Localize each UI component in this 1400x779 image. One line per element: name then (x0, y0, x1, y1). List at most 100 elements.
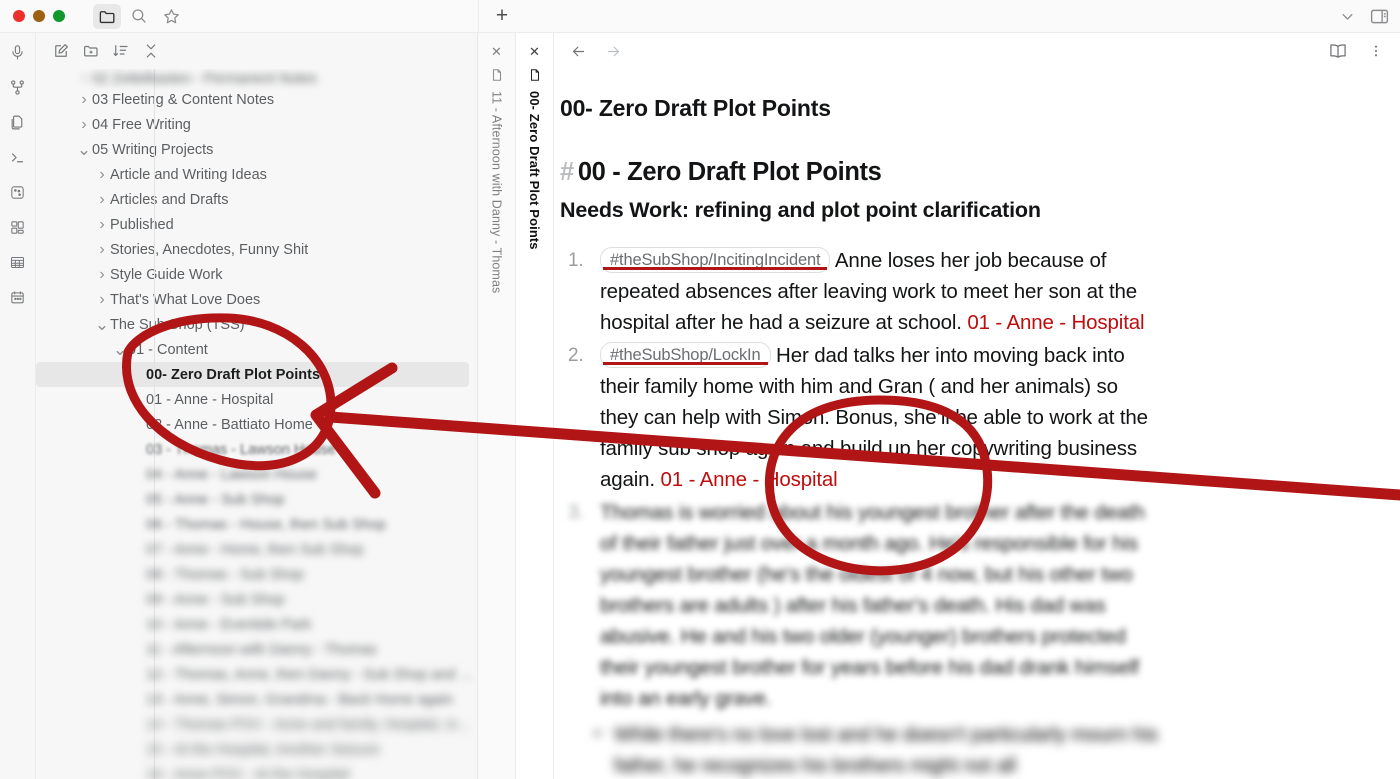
internal-link[interactable]: 01 - Anne - Hospital (661, 468, 838, 491)
back-button[interactable] (570, 43, 587, 60)
microphone-icon[interactable] (7, 41, 29, 63)
tree-item-label: That's What Love Does (110, 291, 261, 308)
vertical-tab[interactable]: ✕ 11 - Afternoon with Danny - Thomas (478, 33, 516, 779)
tree-folder-item[interactable]: › 04 Free Writing (36, 112, 477, 137)
chevron-right-icon[interactable]: › (94, 241, 110, 259)
copy-icon[interactable] (7, 111, 29, 133)
star-icon[interactable] (157, 4, 185, 29)
tree-folder-item[interactable]: › 02 Zettelkasten - Permanent Notes (36, 69, 477, 87)
right-sidebar-icon[interactable] (1369, 6, 1390, 27)
tree-folder-item[interactable]: › Stories, Anecdotes, Funny Shit (36, 237, 477, 262)
file-explorer-pane: › 02 Zettelkasten - Permanent Notes › 03 Fl… (36, 33, 478, 779)
tree-file-item[interactable]: 16 - Anne POV - At the Hospital (36, 762, 477, 779)
folder-tree[interactable]: › 02 Zettelkasten - Permanent Notes › 03 Fl… (36, 69, 477, 779)
note-content-area[interactable]: 00- Zero Draft Plot Points #00 - Zero Dr… (554, 69, 1400, 779)
tree-folder-item[interactable]: › Style Guide Work (36, 262, 477, 287)
tree-file-item[interactable]: 07 - Anne - Home, then Sub Shop (36, 537, 477, 562)
chevron-right-icon[interactable]: › (94, 291, 110, 309)
tree-item-label: 03 - Thomas - Lawson House (146, 441, 336, 458)
tree-item-label: 02 - Anne - Battiato Home (146, 416, 313, 433)
inline-tag[interactable]: #theSubShop/IncitingIncident (600, 247, 831, 273)
tree-file-item[interactable]: 01 - Anne - Hospital (36, 387, 477, 412)
chevron-right-icon[interactable]: › (94, 191, 110, 209)
tree-file-item[interactable]: 11 - Afternoon with Danny - Thomas (36, 637, 477, 662)
folder-icon[interactable] (93, 3, 121, 29)
tree-file-item[interactable]: 13 - Anne, Simon, Grandma - Back Home ag… (36, 687, 477, 712)
tree-item-label: 07 - Anne - Home, then Sub Shop (146, 541, 364, 558)
tree-file-item[interactable]: 05 - Anne - Sub Shop (36, 487, 477, 512)
tree-file-item[interactable]: 00- Zero Draft Plot Points (36, 362, 469, 387)
plot-point-item[interactable]: #theSubShop/IncitingIncident Anne loses … (560, 245, 1160, 338)
vertical-tab[interactable]: ✕ 00- Zero Draft Plot Points (516, 33, 554, 779)
new-note-icon[interactable] (50, 40, 72, 62)
tree-item-label: Style Guide Work (110, 266, 223, 283)
inline-tag[interactable]: #theSubShop/LockIn (600, 342, 771, 368)
chevron-down-icon[interactable]: ⌄ (94, 316, 110, 333)
close-icon[interactable]: ✕ (529, 45, 540, 58)
tree-folder-item[interactable]: › 03 Fleeting & Content Notes (36, 87, 477, 112)
vertical-tab-label: 00- Zero Draft Plot Points (527, 91, 542, 250)
minimize-window-button[interactable] (33, 10, 45, 22)
chevron-down-icon[interactable] (1340, 9, 1355, 24)
zoom-window-button[interactable] (53, 10, 65, 22)
tree-item-label: 10 - Anne - Eventide Park (146, 616, 312, 633)
tree-file-item[interactable]: 12 - Thomas, Anne, then Danny - Sub Shop… (36, 662, 477, 687)
more-options-icon[interactable] (1368, 43, 1384, 59)
dice-icon[interactable] (7, 181, 29, 203)
chevron-right-icon[interactable]: › (76, 116, 92, 134)
chevron-right-icon[interactable]: › (94, 266, 110, 284)
graph-icon[interactable] (7, 76, 29, 98)
sort-icon[interactable] (110, 40, 132, 62)
chevron-right-icon[interactable]: › (76, 69, 92, 87)
plot-point-item[interactable]: #theSubShop/LockIn Her dad talks her int… (560, 340, 1160, 495)
vertical-tab-strip[interactable]: ✕ 11 - Afternoon with Danny - Thomas ✕ 00- … (478, 33, 554, 779)
app-window: + › 02 Zettelkasten - Permanent Notes › … (0, 0, 1400, 779)
note-toolbar-right (1328, 33, 1384, 69)
table-icon[interactable] (7, 251, 29, 273)
heading-hash-marker: # (560, 158, 574, 186)
new-folder-icon[interactable] (80, 40, 102, 62)
tree-file-item[interactable]: 09 - Anne - Sub Shop (36, 587, 477, 612)
tree-file-item[interactable]: 10 - Anne - Eventide Park (36, 612, 477, 637)
new-tab-button[interactable]: + (491, 5, 513, 28)
tree-file-item[interactable]: 03 - Thomas - Lawson House (36, 437, 477, 462)
reading-view-icon[interactable] (1328, 41, 1348, 61)
chevron-right-icon[interactable]: › (94, 216, 110, 234)
calendar-icon[interactable] (7, 286, 29, 308)
tree-folder-item[interactable]: ⌄ 01 - Content (36, 337, 477, 362)
tree-folder-item[interactable]: ⌄ 05 Writing Projects (36, 137, 477, 162)
tree-item-label: 01 - Content (128, 341, 208, 358)
close-window-button[interactable] (13, 10, 25, 22)
tree-file-item[interactable]: 08 - Thomas - Sub Shop (36, 562, 477, 587)
tree-folder-item[interactable]: › That's What Love Does (36, 287, 477, 312)
tree-item-label: 04 Free Writing (92, 116, 191, 133)
tree-file-item[interactable]: 02 - Anne - Battiato Home (36, 412, 477, 437)
terminal-icon[interactable] (7, 146, 29, 168)
title-bar: + (0, 0, 1400, 33)
close-icon[interactable]: ✕ (491, 45, 502, 58)
collapse-all-icon[interactable] (140, 40, 162, 62)
plot-sub-bullet[interactable]: While there's no love lost and he doesn'… (594, 719, 1160, 779)
tree-folder-item[interactable]: › Article and Writing Ideas (36, 162, 477, 187)
tree-item-label: Published (110, 216, 174, 233)
chevron-down-icon[interactable]: ⌄ (76, 141, 92, 158)
tree-folder-item[interactable]: ⌄ The Sub Shop (TSS) (36, 312, 477, 337)
note-toolbar (554, 33, 1400, 69)
dashboard-icon[interactable] (7, 216, 29, 238)
tree-file-item[interactable]: 14 - Thomas POV - Anne and family, Hospi… (36, 712, 477, 737)
plot-point-item[interactable]: Thomas is worried about his youngest bro… (560, 497, 1160, 714)
tree-item-label: 16 - Anne POV - At the Hospital (146, 766, 350, 779)
tree-folder-item[interactable]: › Published (36, 212, 477, 237)
tree-file-item[interactable]: 15 - At the Hospital, Another Seizure (36, 737, 477, 762)
tree-file-item[interactable]: 04 - Anne - Lawson House (36, 462, 477, 487)
chevron-down-icon[interactable]: ⌄ (112, 341, 128, 358)
tree-file-item[interactable]: 06 - Thomas - House, then Sub Shop (36, 512, 477, 537)
chevron-right-icon[interactable]: › (76, 91, 92, 109)
tree-folder-item[interactable]: › Articles and Drafts (36, 187, 477, 212)
tree-item-label: 13 - Anne, Simon, Grandma - Back Home ag… (146, 691, 454, 708)
forward-button[interactable] (605, 43, 622, 60)
vertical-tab-label: 11 - Afternoon with Danny - Thomas (489, 91, 504, 294)
internal-link[interactable]: 01 - Anne - Hospital (967, 311, 1144, 334)
search-icon[interactable] (125, 4, 153, 29)
chevron-right-icon[interactable]: › (94, 166, 110, 184)
